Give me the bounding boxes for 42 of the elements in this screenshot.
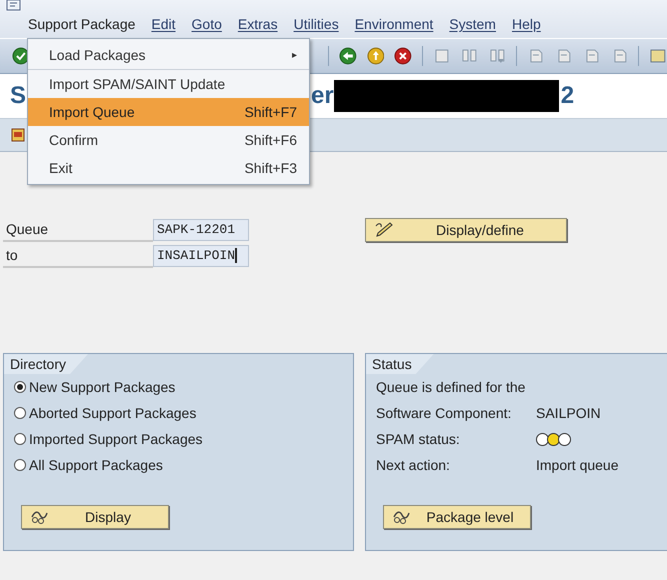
status-value: SAILPOIN <box>536 405 601 421</box>
exit-icon[interactable] <box>366 47 384 65</box>
input-field[interactable]: INSAILPOIN <box>153 245 249 267</box>
glasses-icon <box>392 509 412 525</box>
status-value: Import queue <box>536 457 618 473</box>
status-label: Next action: <box>376 457 451 473</box>
menu-option[interactable]: Import Queue Shift+F7 <box>28 98 309 126</box>
package-icon[interactable] <box>10 126 26 144</box>
package-level-button[interactable]: Package level <box>383 505 531 529</box>
radio-button[interactable] <box>14 459 26 471</box>
cancel-icon[interactable] <box>394 47 412 65</box>
screen-title: 2 <box>560 82 574 110</box>
menu-item[interactable]: Utilities <box>286 16 347 32</box>
window-menu-icon[interactable] <box>6 0 22 12</box>
screen-title: er <box>311 82 334 110</box>
status-text: Queue is defined for the <box>376 378 526 397</box>
display-button[interactable]: Display <box>21 505 169 529</box>
screen-title: S <box>10 82 26 110</box>
menu-item[interactable]: Extras <box>230 16 286 32</box>
menu-item[interactable]: Goto <box>184 16 230 32</box>
menu-item[interactable]: Support Package <box>20 16 144 32</box>
panel-title: Status <box>366 354 434 374</box>
glasses-icon <box>30 509 50 525</box>
radio-button[interactable] <box>14 433 26 445</box>
menu-item[interactable]: Edit <box>143 16 184 32</box>
menu-item[interactable]: Environment <box>346 16 442 32</box>
status-label: SPAM status: <box>376 431 461 447</box>
input-field[interactable]: SAPK-12201 <box>153 219 249 241</box>
radio-label: Aborted Support Packages <box>29 405 196 421</box>
menu-item[interactable]: System <box>441 16 504 32</box>
display-define-button[interactable]: Display/define <box>365 218 567 242</box>
radio-button[interactable] <box>14 407 26 419</box>
radio-label: New Support Packages <box>29 379 176 395</box>
menu-option[interactable]: Import SPAM/SAINT Update <box>28 70 309 98</box>
panel-title: Directory <box>4 354 88 374</box>
menu-option[interactable]: Exit Shift+F3 <box>28 154 309 182</box>
menu-item[interactable]: Help <box>504 16 549 32</box>
radio-label: All Support Packages <box>29 457 163 473</box>
radio-label: Imported Support Packages <box>29 431 203 447</box>
radio-button[interactable] <box>14 381 26 393</box>
status-label: Software Component: <box>376 405 512 421</box>
back-icon[interactable] <box>338 47 357 65</box>
